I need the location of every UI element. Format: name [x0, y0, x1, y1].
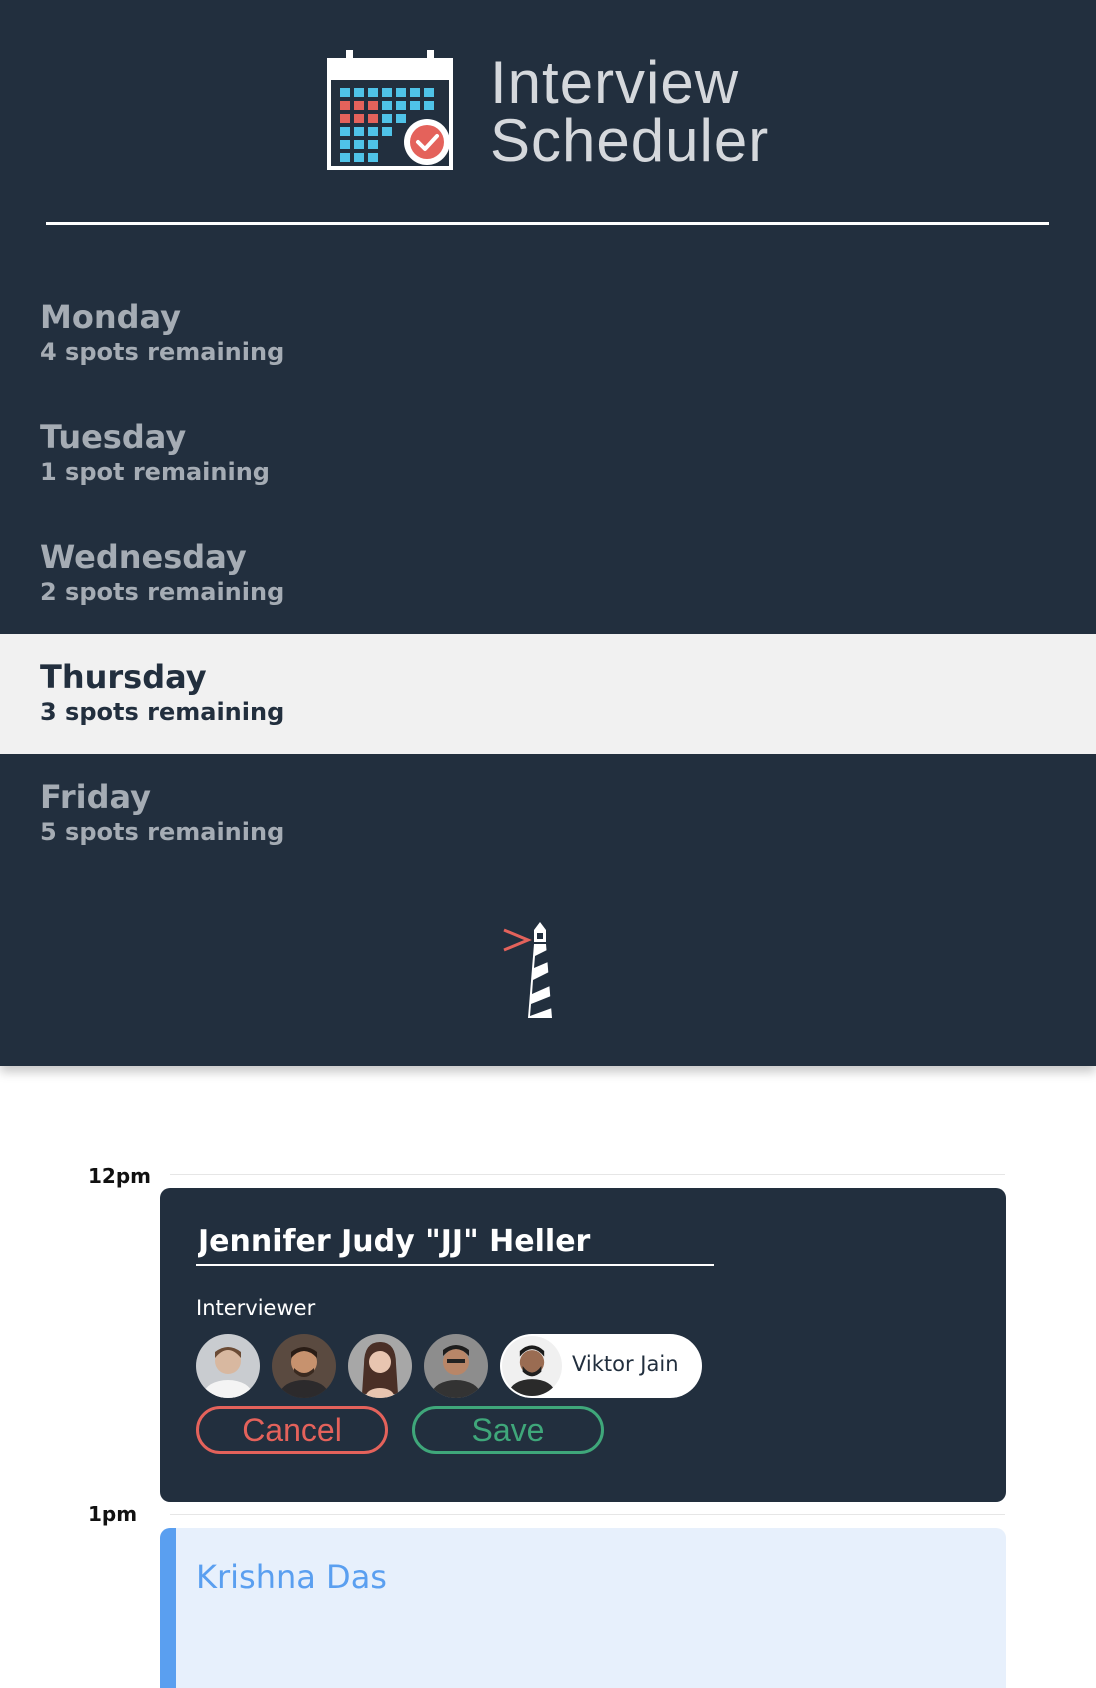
appointment-card[interactable]: Krishna Das: [160, 1528, 1006, 1688]
day-spots: 5 spots remaining: [40, 818, 285, 846]
interviewer-avatar[interactable]: [348, 1334, 412, 1398]
save-button[interactable]: Save: [412, 1406, 604, 1454]
day-item-thursday[interactable]: Thursday 3 spots remaining: [0, 634, 1096, 754]
day-item-tuesday[interactable]: Tuesday 1 spot remaining: [0, 394, 1096, 514]
day-item-monday[interactable]: Monday 4 spots remaining: [0, 274, 1096, 394]
brand: Interview Scheduler: [326, 48, 776, 173]
interviewer-avatar: [502, 1336, 562, 1396]
slot-separator: [170, 1174, 1005, 1175]
student-name-input[interactable]: [196, 1218, 714, 1266]
app-title: Interview Scheduler: [490, 49, 770, 174]
day-spots: 3 spots remaining: [40, 698, 285, 726]
slot-time: 12pm: [88, 1164, 151, 1188]
interviewer-avatar[interactable]: [424, 1334, 488, 1398]
day-spots: 2 spots remaining: [40, 578, 285, 606]
day-name: Wednesday: [40, 538, 247, 576]
day-spots: 4 spots remaining: [40, 338, 285, 366]
app-title-line1: Interview: [490, 49, 740, 116]
day-spots: 1 spot remaining: [40, 458, 270, 486]
day-item-friday[interactable]: Friday 5 spots remaining: [0, 754, 1096, 874]
sidebar-divider: [46, 222, 1049, 225]
appointment-form: Interviewer: [160, 1188, 1006, 1502]
interviewer-avatar[interactable]: [272, 1334, 336, 1398]
day-name: Friday: [40, 778, 151, 816]
slot-separator: [170, 1514, 1005, 1515]
appointment-student: Krishna Das: [196, 1558, 387, 1596]
day-item-wednesday[interactable]: Wednesday 2 spots remaining: [0, 514, 1096, 634]
interviewer-name: Viktor Jain: [572, 1352, 679, 1376]
cancel-button[interactable]: Cancel: [196, 1406, 388, 1454]
interviewer-label: Interviewer: [196, 1296, 316, 1320]
slot-time: 1pm: [88, 1502, 138, 1526]
interviewer-selected[interactable]: Viktor Jain: [500, 1334, 702, 1398]
lighthouse-icon: [503, 922, 552, 1018]
interviewer-avatar[interactable]: [196, 1334, 260, 1398]
app-title-line2: Scheduler: [490, 107, 770, 174]
day-name: Thursday: [40, 658, 207, 696]
avatar-image: [272, 1334, 336, 1398]
appointment-accent-bar: [160, 1528, 176, 1688]
sidebar: Interview Scheduler Monday 4 spots remai…: [0, 0, 1096, 1066]
avatar-image: [348, 1334, 412, 1398]
avatar-image: [196, 1334, 260, 1398]
avatar-image: [502, 1336, 562, 1396]
avatar-image: [424, 1334, 488, 1398]
day-name: Tuesday: [40, 418, 187, 456]
day-name: Monday: [40, 298, 181, 336]
day-list: Monday 4 spots remaining Tuesday 1 spot …: [0, 274, 1096, 874]
calendar-check-icon: [327, 50, 453, 170]
schedule: 12pm Interviewer: [0, 1066, 1096, 1688]
